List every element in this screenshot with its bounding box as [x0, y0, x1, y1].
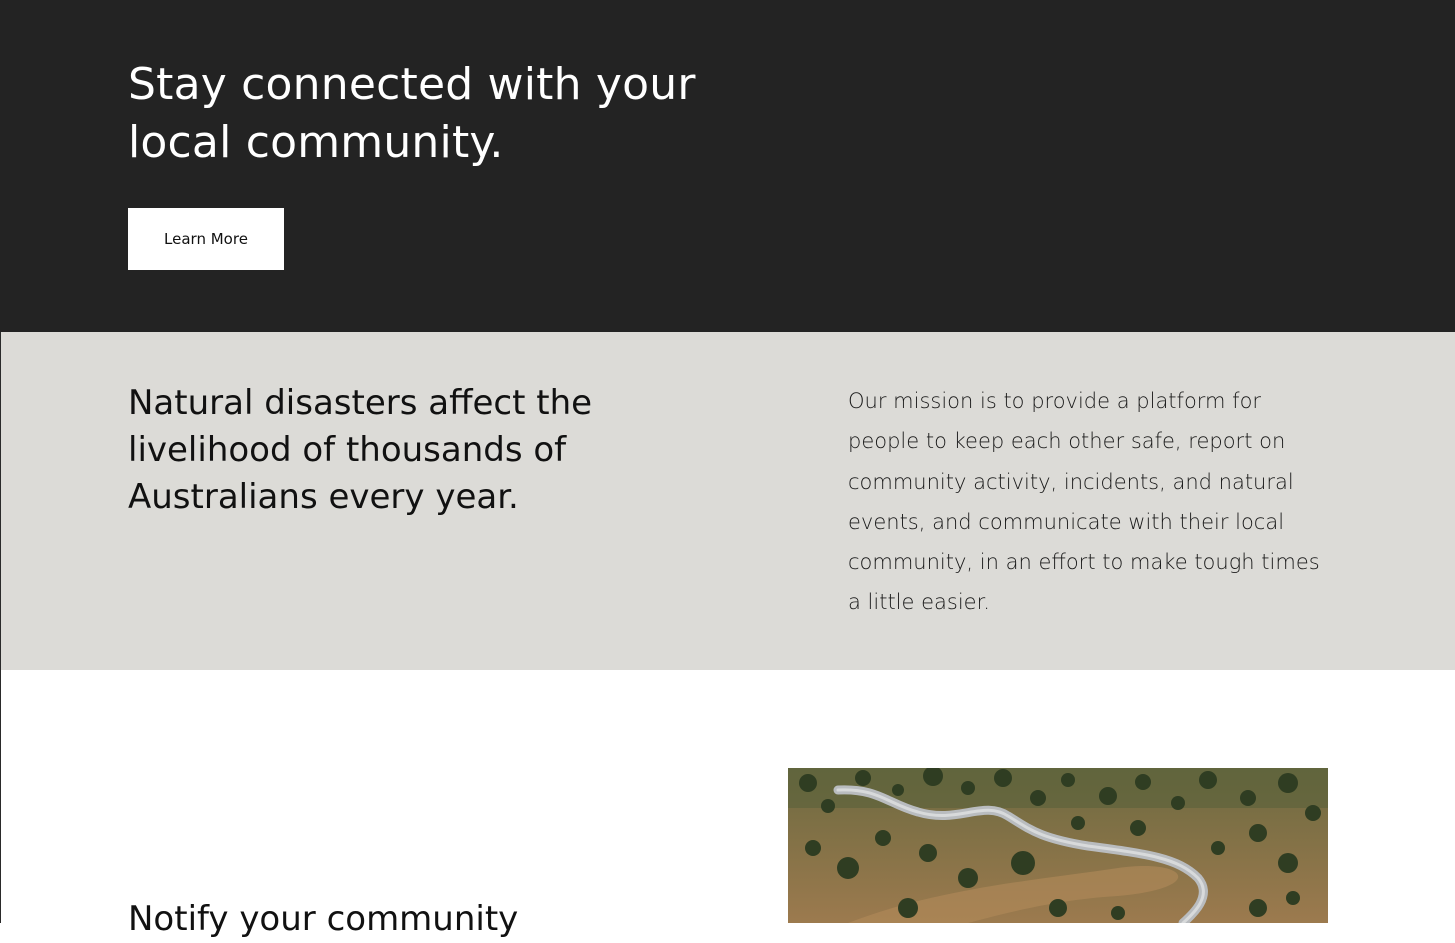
- landscape-road-photo: [788, 768, 1328, 923]
- mission-section: Natural disasters affect the livelihood …: [1, 332, 1455, 670]
- hero-title: Stay connected with your local community…: [128, 59, 696, 168]
- mission-heading: Natural disasters affect the livelihood …: [128, 383, 593, 517]
- hero-section: Stay connected with your local community…: [0, 0, 1455, 332]
- page-left-border: [0, 332, 1, 923]
- mission-statement: Our mission is to provide a platform for…: [848, 389, 1320, 615]
- learn-more-button[interactable]: Learn More: [128, 208, 284, 270]
- notify-section-title: Notify your community: [128, 899, 519, 939]
